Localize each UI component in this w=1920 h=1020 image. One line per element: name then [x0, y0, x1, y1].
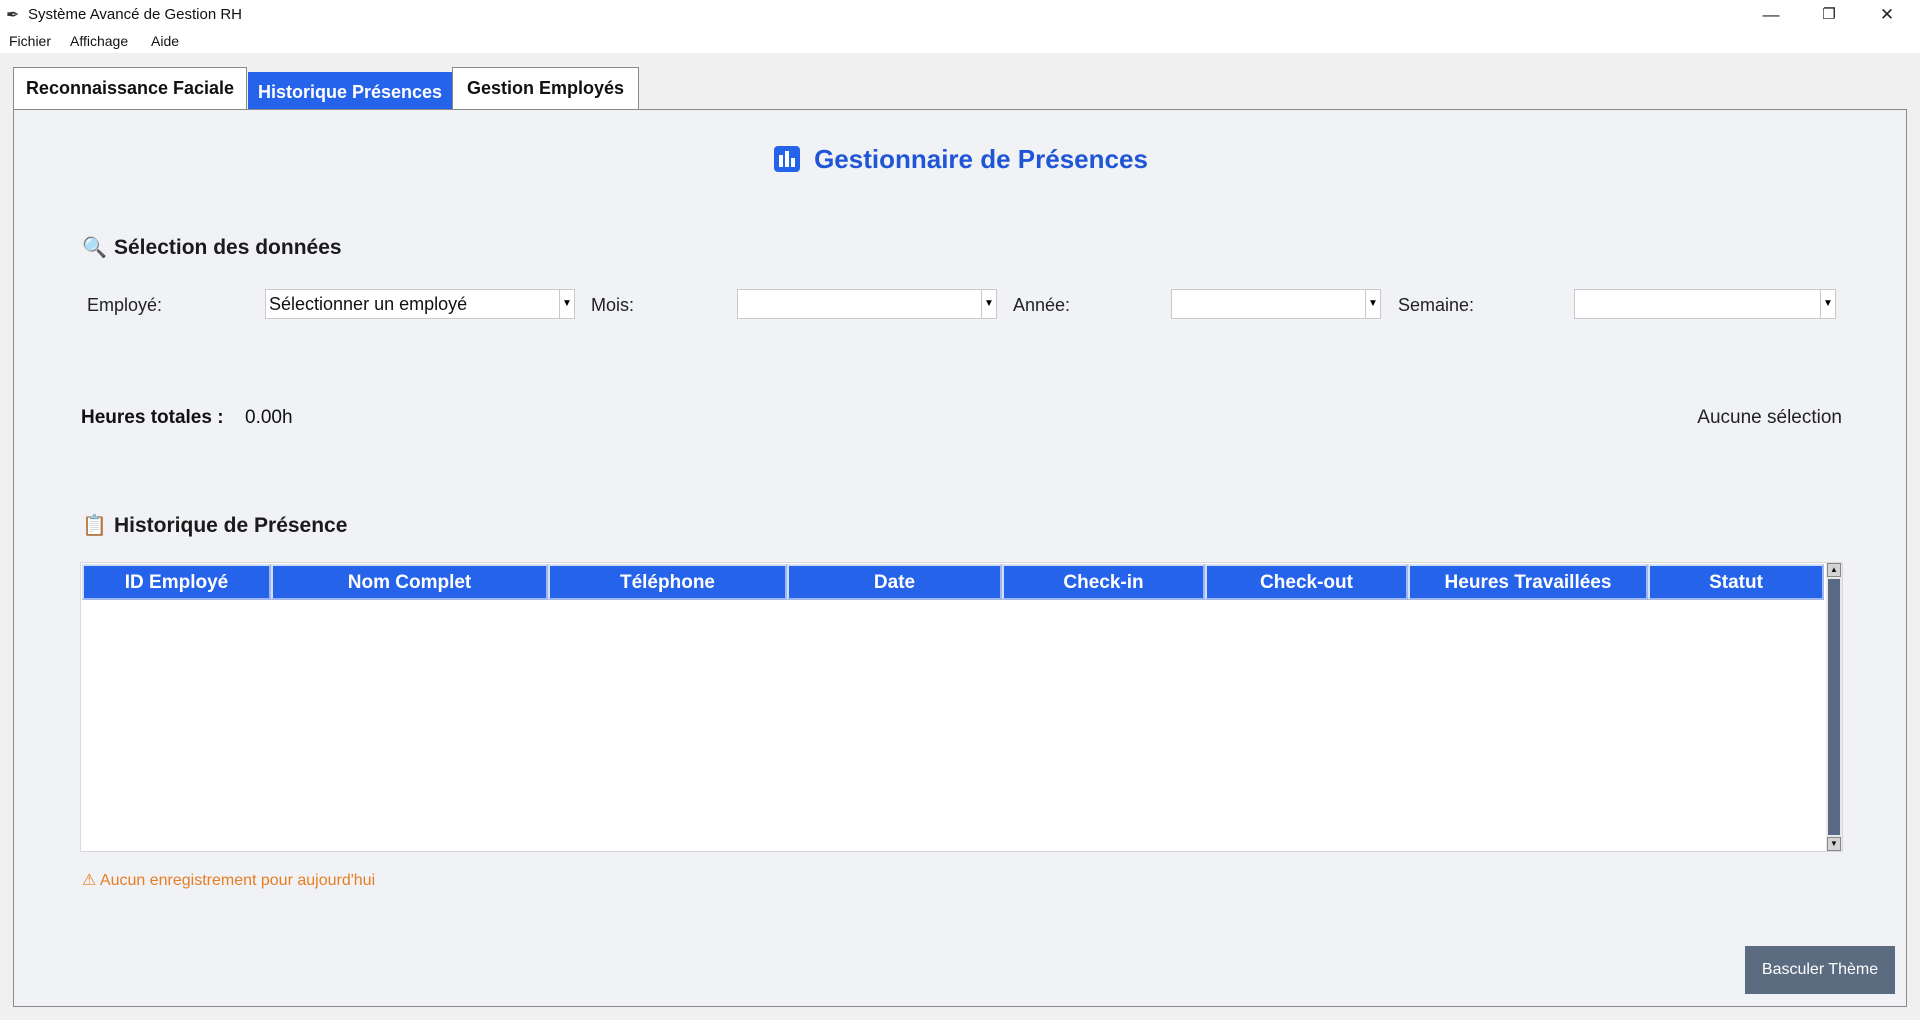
week-combobox[interactable]: ▼ — [1574, 289, 1836, 319]
column-header-telephone[interactable]: Téléphone — [548, 564, 787, 600]
magnifier-icon: 🔍 — [82, 237, 107, 259]
table-scrollbar[interactable]: ▲ ▼ — [1826, 563, 1842, 851]
scroll-up-icon[interactable]: ▲ — [1827, 563, 1841, 577]
year-combobox[interactable]: ▼ — [1171, 289, 1381, 319]
minimize-button[interactable]: — — [1742, 0, 1800, 29]
attendance-table[interactable]: ID Employé Nom Complet Téléphone Date Ch… — [80, 562, 1843, 852]
year-label: Année: — [1013, 295, 1071, 315]
scroll-down-icon[interactable]: ▼ — [1827, 837, 1841, 851]
column-header-date[interactable]: Date — [787, 564, 1002, 600]
menu-affichage[interactable]: Affichage — [70, 33, 128, 49]
dropdown-arrow-icon[interactable]: ▼ — [1365, 290, 1380, 318]
month-label: Mois: — [591, 295, 635, 315]
history-section-title: 📋 Historique de Présence — [82, 513, 347, 538]
selection-status: Aucune sélection — [1697, 407, 1842, 428]
month-combobox[interactable]: ▼ — [737, 289, 997, 319]
restore-button[interactable]: ❐ — [1800, 0, 1858, 29]
tab-reconnaissance-faciale[interactable]: Reconnaissance Faciale — [13, 67, 247, 109]
warning-text: Aucun enregistrement pour aujourd'hui — [99, 872, 376, 889]
main-panel: Gestionnaire de Présences 🔍 Sélection des… — [13, 109, 1907, 1007]
employee-value: Sélectionner un employé — [269, 294, 468, 314]
selection-title-text: Sélection des données — [114, 236, 342, 259]
feather-icon: ✒ — [6, 7, 20, 24]
employee-combobox[interactable]: Sélectionner un employé ▼ — [265, 289, 575, 319]
menu-bar: Fichier Affichage Aide — [0, 29, 1920, 53]
week-label: Semaine: — [1398, 295, 1475, 315]
menu-aide[interactable]: Aide — [151, 33, 179, 49]
column-header-statut[interactable]: Statut — [1648, 564, 1824, 600]
warning-icon: ⚠ — [82, 872, 97, 889]
total-hours-value: 0.00h — [245, 407, 293, 428]
tab-gestion-employes[interactable]: Gestion Employés — [452, 67, 639, 109]
column-header-checkout[interactable]: Check-out — [1205, 564, 1408, 600]
bar-chart-icon — [774, 146, 801, 172]
clipboard-icon: 📋 — [82, 515, 107, 537]
close-button[interactable]: ✕ — [1858, 0, 1916, 29]
selection-section-title: 🔍 Sélection des données — [82, 235, 342, 260]
page-title: Gestionnaire de Présences — [814, 144, 1148, 174]
history-title-text: Historique de Présence — [114, 514, 348, 537]
dropdown-arrow-icon[interactable]: ▼ — [981, 290, 996, 318]
tab-historique-presences[interactable]: Historique Présences — [248, 72, 452, 111]
column-header-id[interactable]: ID Employé — [82, 564, 271, 600]
toggle-theme-button[interactable]: Basculer Thème — [1745, 946, 1895, 994]
dropdown-arrow-icon[interactable]: ▼ — [1820, 290, 1835, 318]
title-bar: ✒ Système Avancé de Gestion RH — ❐ ✕ — [0, 0, 1920, 29]
page-title-row: Gestionnaire de Présences — [14, 144, 1908, 175]
scrollbar-thumb[interactable] — [1828, 579, 1840, 835]
menu-fichier[interactable]: Fichier — [9, 33, 51, 49]
table-header: ID Employé Nom Complet Téléphone Date Ch… — [82, 564, 1824, 600]
window-title: Système Avancé de Gestion RH — [28, 6, 242, 23]
employee-label: Employé: — [87, 295, 163, 315]
column-header-heures[interactable]: Heures Travaillées — [1408, 564, 1648, 600]
no-records-warning: ⚠ Aucun enregistrement pour aujourd'hui — [82, 870, 375, 890]
column-header-checkin[interactable]: Check-in — [1002, 564, 1205, 600]
dropdown-arrow-icon[interactable]: ▼ — [559, 290, 574, 318]
column-header-nom[interactable]: Nom Complet — [271, 564, 548, 600]
total-hours-label: Heures totales : — [81, 407, 224, 428]
